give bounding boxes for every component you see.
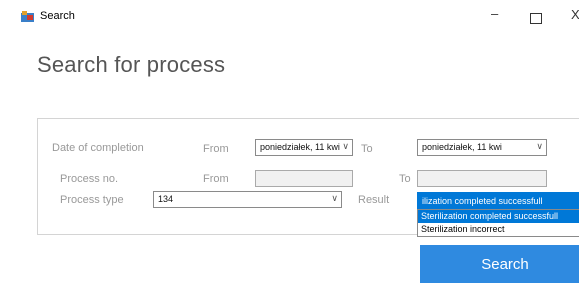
chevron-down-icon: ∨ [331,193,338,203]
process-to-label: To [399,173,411,185]
title-bar: Search – X [0,0,579,30]
date-from-picker[interactable]: poniedziałek, 11 kwi ∨ [255,139,353,156]
result-value: ilization completed successfull [422,196,543,206]
chevron-down-icon: ∨ [536,141,543,151]
date-from-label: From [203,143,229,155]
process-to-input[interactable] [417,170,547,187]
result-dropdown-list: Sterilization completed successfull Ster… [417,209,579,237]
date-of-completion-label: Date of completion [52,142,144,154]
result-option[interactable]: Sterilization incorrect [418,223,579,236]
date-to-value: poniedziałek, 11 kwi [422,142,502,152]
process-type-select[interactable]: 134 ∨ [153,191,342,208]
process-type-value: 134 [158,194,174,204]
date-to-picker[interactable]: poniedziałek, 11 kwi ∨ [417,139,547,156]
chevron-down-icon: ∨ [342,141,349,151]
minimize-button[interactable]: – [491,6,498,21]
process-no-label: Process no. [60,173,119,185]
result-select[interactable]: ilization completed successfull [417,192,579,209]
date-from-value: poniedziałek, 11 kwi [260,142,340,152]
search-button[interactable]: Search [420,245,579,283]
page-title: Search for process [37,52,226,77]
process-from-input[interactable] [255,170,353,187]
result-option[interactable]: Sterilization completed successfull [418,210,579,223]
result-label: Result [358,194,390,206]
process-from-label: From [203,173,229,185]
maximize-button[interactable] [530,13,542,24]
close-button[interactable]: X [571,7,579,22]
app-icon [21,11,34,22]
date-to-label: To [361,143,373,155]
process-type-label: Process type [60,194,124,206]
window-title: Search [40,10,75,22]
